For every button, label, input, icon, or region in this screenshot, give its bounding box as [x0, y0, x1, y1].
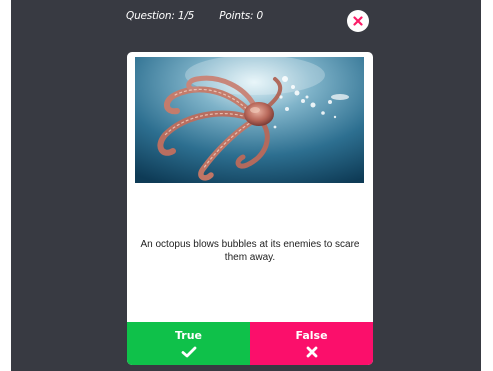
question-text: An octopus blows bubbles at its enemies … — [140, 239, 360, 263]
quiz-screen: Question: 1/5 Points: 0 An octopus blows… — [11, 0, 481, 371]
points-counter: Points: 0 — [219, 10, 263, 22]
false-button[interactable]: False — [250, 322, 373, 365]
close-button[interactable] — [347, 10, 369, 32]
true-button[interactable]: True — [127, 322, 250, 365]
x-mark-icon — [306, 346, 317, 358]
octopus-photo — [135, 57, 364, 183]
score-bar: Question: 1/5 Points: 0 — [126, 10, 285, 22]
true-label: True — [174, 329, 202, 342]
close-icon — [353, 16, 363, 26]
question-card: An octopus blows bubbles at its enemies … — [127, 52, 373, 365]
false-label: False — [295, 329, 328, 342]
question-counter: Question: 1/5 — [126, 10, 195, 22]
checkmark-icon — [181, 346, 196, 358]
answer-buttons: True False — [127, 322, 373, 365]
